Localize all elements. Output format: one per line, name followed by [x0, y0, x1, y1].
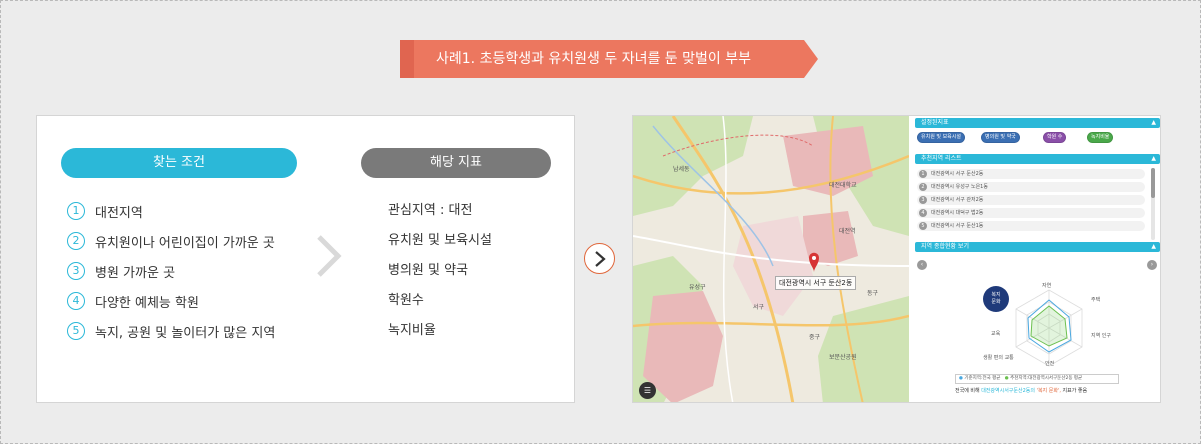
result-screenshot: 남세동 대전대학교 대전역 유성구 서구 동구 중구 보문산공원 대전광역시 서…	[632, 115, 1161, 403]
number-badge: 4	[67, 292, 85, 310]
list-item: 2 유치원이나 어린이집이 가까운 곳	[67, 226, 327, 256]
map-place-label: 보문산공원	[829, 354, 857, 361]
list-item: 3 병원 가까운 곳	[67, 256, 327, 286]
list-item: 유치원 및 보육시설	[388, 233, 492, 248]
region-name: 대전광역시 서구 둔산1동	[931, 223, 984, 229]
collapse-icon: ▲	[1151, 243, 1156, 250]
condition-text: 유치원이나 어린이집이 가까운 곳	[95, 235, 275, 251]
list-item: 학원수	[388, 293, 424, 308]
map-place-label: 대전역	[839, 228, 856, 235]
map-place-label: 서구	[753, 304, 765, 311]
indicator-chip[interactable]: 녹지비율	[1087, 132, 1114, 143]
settings-bar[interactable]: 설정된지표 ▲	[915, 118, 1160, 128]
indicator-chip[interactable]: 학원 수	[1043, 132, 1067, 143]
number-badge: 5	[67, 322, 85, 340]
number-badge: 3	[67, 262, 85, 280]
chevron-right-icon	[595, 251, 606, 267]
conditions-panel: 찾는 조건 해당 지표 1 대전지역 2 유치원이나 어린이집이 가까운 곳 3…	[36, 115, 575, 403]
indicators-list: 관심지역 : 대전 유치원 및 보육시설 병의원 및 약국 학원수 녹지비율	[388, 196, 558, 346]
welfare-badge: 복지 문화	[983, 286, 1009, 312]
recommend-bar[interactable]: 추천지역 리스트 ▲	[915, 154, 1160, 164]
next-icon[interactable]: ›	[1147, 260, 1157, 270]
condition-text: 녹지, 공원 및 놀이터가 많은 지역	[95, 325, 276, 341]
list-item: 병의원 및 약국	[388, 263, 469, 278]
menu-icon[interactable]: ☰	[639, 382, 656, 399]
number-badge: 2	[67, 232, 85, 250]
radar-axis-label: 안전	[1045, 361, 1055, 367]
list-item: 관심지역 : 대전	[388, 203, 473, 218]
rank-badge: 4	[919, 209, 927, 217]
overview-bar[interactable]: 지역 종합현황 보기 ▲	[915, 242, 1160, 252]
radar-axis-label: 생활 편의 교통	[983, 355, 1014, 361]
map-view[interactable]: 남세동 대전대학교 대전역 유성구 서구 동구 중구 보문산공원 대전광역시 서…	[633, 116, 909, 402]
scrollbar-thumb[interactable]	[1151, 168, 1155, 198]
chevron-right-icon	[317, 235, 342, 277]
recommend-row[interactable]: 4 대전광역시 대덕구 법2동	[917, 208, 1145, 218]
list-item: 녹지비율	[388, 323, 436, 338]
region-name: 대전광역시 유성구 노은1동	[931, 184, 988, 190]
scrollbar[interactable]	[1151, 168, 1155, 240]
overview-summary: 전국에 비해 대전광역시서구둔산2동의 '복지 문화', 지표가 좋음	[955, 388, 1088, 394]
recommend-row[interactable]: 1 대전광역시 서구 둔산2동	[917, 169, 1145, 179]
next-arrow-button[interactable]	[584, 243, 615, 274]
list-item: 5 녹지, 공원 및 놀이터가 많은 지역	[67, 316, 327, 346]
title-ribbon: 사례1. 초등학생과 유치원생 두 자녀를 둔 맞벌이 부부	[400, 40, 818, 78]
recommend-row[interactable]: 5 대전광역시 서구 둔산1동	[917, 221, 1145, 231]
legend-item: 추천지역:대전광역시서구둔산2동 평균	[1010, 376, 1083, 381]
map-place-label: 대전대학교	[829, 182, 857, 189]
conditions-list: 1 대전지역 2 유치원이나 어린이집이 가까운 곳 3 병원 가까운 곳 4 …	[67, 196, 327, 346]
map-selected-label: 대전광역시 서구 둔산2동	[775, 276, 857, 290]
recommend-row[interactable]: 3 대전광역시 서구 관저2동	[917, 195, 1145, 205]
radar-axis-label: 지역 인구	[1091, 333, 1111, 339]
radar-chart	[1015, 289, 1083, 367]
map-graphic	[633, 116, 909, 402]
condition-text: 대전지역	[95, 205, 143, 221]
rank-badge: 3	[919, 196, 927, 204]
conditions-header: 찾는 조건	[61, 148, 297, 178]
condition-text: 다양한 예체능 학원	[95, 295, 199, 311]
number-badge: 1	[67, 202, 85, 220]
radar-axis-label: 교육	[991, 331, 1001, 337]
region-name: 대전광역시 서구 둔산2동	[931, 171, 984, 177]
recommend-title: 추천지역 리스트	[921, 155, 962, 162]
list-item: 4 다양한 예체능 학원	[67, 286, 327, 316]
condition-text: 병원 가까운 곳	[95, 265, 176, 281]
page-title: 사례1. 초등학생과 유치원생 두 자녀를 둔 맞벌이 부부	[436, 51, 751, 67]
prev-icon[interactable]: ‹	[917, 260, 927, 270]
radar-axis-label: 자연	[1042, 283, 1052, 289]
radar-legend: ● 기준지역:전국 평균 ● 추천지역:대전광역시서구둔산2동 평균	[955, 374, 1119, 384]
map-place-label: 유성구	[689, 284, 706, 291]
overview-title: 지역 종합현황 보기	[921, 243, 969, 250]
region-name: 대전광역시 서구 관저2동	[931, 197, 984, 203]
indicators-header: 해당 지표	[361, 148, 551, 178]
region-name: 대전광역시 대덕구 법2동	[931, 210, 984, 216]
recommend-row[interactable]: 2 대전광역시 유성구 노은1동	[917, 182, 1145, 192]
list-item: 1 대전지역	[67, 196, 327, 226]
settings-title: 설정된지표	[921, 119, 949, 126]
legend-item: 기준지역:전국 평균	[964, 376, 1001, 381]
rank-badge: 1	[919, 170, 927, 178]
map-place-label: 중구	[809, 334, 821, 341]
result-sidebar: 설정된지표 ▲ 유치원 및 보육시설 병의원 및 약국 학원 수 녹지비율 추천…	[911, 116, 1160, 402]
rank-badge: 5	[919, 222, 927, 230]
map-place-label: 동구	[867, 290, 879, 297]
rank-badge: 2	[919, 183, 927, 191]
map-place-label: 남세동	[673, 166, 690, 173]
collapse-icon: ▲	[1151, 155, 1156, 162]
radar-axis-label: 주택	[1091, 297, 1101, 303]
indicator-chip[interactable]: 유치원 및 보육시설	[917, 132, 965, 143]
indicator-chip[interactable]: 병의원 및 약국	[981, 132, 1020, 143]
collapse-icon: ▲	[1151, 119, 1156, 126]
